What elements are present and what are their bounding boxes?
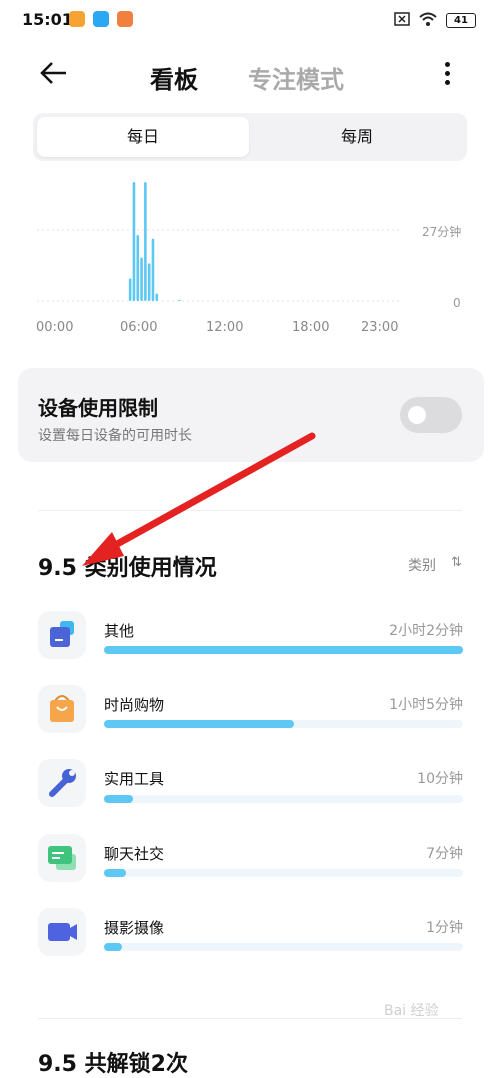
x-axis-label: 12:00 (206, 320, 244, 335)
app-notification-icon (117, 11, 133, 27)
category-time: 7分钟 (426, 846, 463, 862)
category-time: 10分钟 (417, 771, 463, 787)
x-axis-label: 06:00 (120, 320, 158, 335)
category-name: 时尚购物 (104, 696, 165, 714)
other-icon (38, 611, 86, 659)
category-time: 1小时5分钟 (389, 697, 463, 713)
x-axis-label: 00:00 (36, 320, 74, 335)
category-name: 实用工具 (104, 770, 165, 788)
device-limit-title: 设备使用限制 (38, 396, 158, 420)
wrench-icon (38, 759, 86, 807)
category-progress-bar (104, 795, 133, 803)
section-date: 9.5 (38, 556, 77, 581)
category-progress-bar (104, 869, 126, 877)
chat-icon (38, 834, 86, 882)
period-segmented-control: 每日 每周 (33, 113, 467, 161)
sort-by-category[interactable]: 类别 (408, 555, 436, 575)
category-name: 摄影摄像 (104, 919, 165, 937)
category-time: 2小时2分钟 (389, 623, 463, 639)
chart-bar (144, 182, 147, 301)
shopping-bag-icon (38, 685, 86, 733)
back-arrow-icon[interactable] (38, 58, 68, 93)
y-axis-label-zero: 0 (453, 296, 461, 310)
chart-bar (155, 293, 159, 301)
status-time: 15:01 (22, 10, 73, 29)
battery-indicator: 41 (446, 13, 476, 28)
segment-daily[interactable]: 每日 (37, 117, 249, 157)
status-bar: 15:01 41 (0, 0, 500, 40)
chart-bar (151, 238, 155, 301)
device-limit-subtitle: 设置每日设备的可用时长 (38, 428, 192, 444)
category-name: 聊天社交 (104, 845, 165, 863)
segment-weekly[interactable]: 每周 (251, 117, 463, 157)
category-progress-bar (104, 720, 295, 728)
chart-bar (178, 300, 181, 301)
toggle-knob (408, 406, 426, 424)
section-title-text: 类别使用情况 (84, 556, 217, 581)
category-time: 1分钟 (426, 920, 463, 936)
category-progress-track (104, 869, 463, 877)
usage-bar-chart (37, 182, 402, 302)
arrow-left-icon[interactable] (38, 61, 68, 85)
chart-bar (132, 182, 136, 301)
chart-bar (140, 257, 143, 301)
category-name: 其他 (104, 622, 135, 640)
category-progress-track (104, 943, 463, 951)
category-progress-bar (104, 646, 463, 654)
divider (38, 510, 462, 511)
category-progress-bar (104, 943, 122, 951)
x-axis-label: 18:00 (292, 320, 330, 335)
x-axis-label: 23:00 (361, 320, 399, 335)
category-usage-title: 9.5 类别使用情况 (38, 550, 217, 582)
unlock-count-title: 9.5 共解锁2次 (38, 1046, 188, 1078)
tab-board[interactable]: 看板 (150, 60, 198, 95)
category-progress-track (104, 795, 463, 803)
chart-bar (136, 234, 140, 301)
y-axis-label-max: 27分钟 (422, 225, 462, 239)
chart-bar (147, 263, 151, 301)
sim-x-icon (394, 12, 410, 26)
wifi-icon (419, 12, 437, 26)
sort-icon[interactable]: ⇅ (451, 555, 462, 570)
app-notification-icon (69, 11, 85, 27)
camera-icon (38, 908, 86, 956)
watermark-logo: Bai 经验 (384, 1003, 439, 1019)
more-options-icon[interactable] (438, 62, 456, 89)
chart-bar (128, 278, 132, 301)
app-notification-icon (93, 11, 109, 27)
section-date: 9.5 (38, 1052, 77, 1077)
unlock-count-text: 共解锁2次 (84, 1052, 188, 1077)
tab-focus-mode[interactable]: 专注模式 (248, 60, 344, 95)
